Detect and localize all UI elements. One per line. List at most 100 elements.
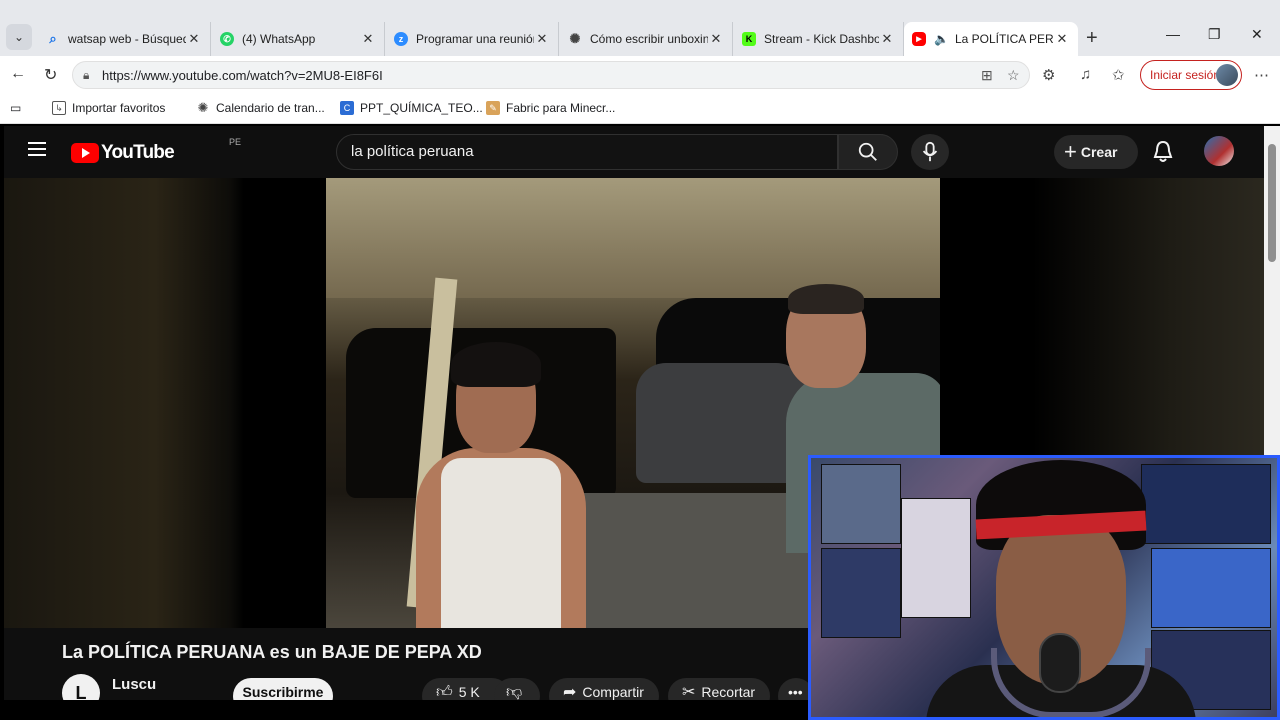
close-icon[interactable]: ✕ (1054, 31, 1070, 47)
tab-title: (4) WhatsApp (242, 32, 316, 46)
app-available-icon[interactable]: ⊞ (981, 67, 993, 84)
tab-title: La POLÍTICA PERUANA (954, 32, 1054, 46)
notifications-button[interactable] (1152, 140, 1174, 169)
tab-watsap-search[interactable]: ⌕ watsap web - Búsqueda ✕ (38, 22, 211, 56)
subscribe-button[interactable]: Suscribirme (233, 678, 333, 700)
favorite-star-icon[interactable]: ☆ (1007, 67, 1020, 84)
restore-button[interactable]: ❐ (1208, 26, 1221, 43)
more-options-icon[interactable]: ⋯ (1254, 66, 1269, 84)
clip-label: Recortar (701, 684, 756, 700)
bookmark-import[interactable]: ↳ Importar favoritos (52, 101, 165, 115)
zoom-icon: z (394, 32, 408, 46)
microphone (1039, 633, 1081, 693)
url-text[interactable]: https://www.youtube.com/watch?v=2MU8-EI8… (102, 68, 383, 83)
speaker-icon[interactable]: 🔈 (934, 32, 949, 46)
sign-in-label: Iniciar sesión (1150, 68, 1221, 82)
van-ceiling (326, 178, 940, 298)
extensions-icon[interactable]: ⚙ (1042, 66, 1055, 84)
search-icon: ⌕ (49, 31, 57, 46)
thumbs-up-icon: 👍︎ (436, 684, 453, 700)
tab-chatgpt[interactable]: ✺ Cómo escribir unboxing ✕ (560, 22, 733, 56)
close-icon[interactable]: ✕ (360, 31, 376, 47)
webcam-overlay (808, 455, 1280, 720)
kick-icon: K (742, 32, 756, 46)
tab-title: Stream - Kick Dashboard (764, 32, 879, 46)
clip-button[interactable]: ✂ Recortar (668, 678, 770, 700)
youtube-header: YouTube PE la política peruana + Crear (4, 126, 1264, 178)
create-button[interactable]: + Crear (1054, 135, 1138, 169)
share-button[interactable]: ➦ Compartir (549, 678, 659, 700)
media-icon[interactable]: ♫ (1080, 66, 1091, 83)
scissors-icon: ✂ (682, 684, 696, 700)
favorites-icon[interactable]: ✩ (1112, 66, 1125, 84)
bookmarks-bar: ▭ ↳ Importar favoritos ✺ Calendario de t… (0, 94, 1280, 124)
microphone-icon (922, 141, 938, 162)
bookmark-ppt-quimica[interactable]: C PPT_QUÍMICA_TEO... (340, 101, 483, 115)
search-button[interactable] (838, 134, 898, 170)
poster (821, 548, 901, 638)
bell-icon (1153, 140, 1173, 162)
country-code: PE (229, 137, 242, 147)
youtube-icon: ▶ (912, 32, 926, 46)
plus-icon: + (1064, 139, 1077, 164)
bookmark-fabric[interactable]: ✎ Fabric para Minecr... (486, 101, 615, 115)
menu-icon[interactable] (28, 142, 46, 156)
openai-icon: ✺ (197, 100, 209, 115)
young-man (416, 342, 586, 628)
back-button[interactable]: ← (10, 65, 26, 83)
search-icon (858, 142, 877, 161)
more-icon: ••• (788, 684, 803, 700)
share-label: Compartir (582, 684, 644, 700)
browser-toolbar: ← ↻ 🔒︎ https://www.youtube.com/watch?v=2… (0, 56, 1280, 94)
close-window-button[interactable]: ✕ (1251, 26, 1263, 43)
chevron-down-icon: ⌄ (13, 30, 25, 44)
poster (1141, 464, 1271, 544)
young-man-tank-top (441, 458, 561, 628)
new-tab-button[interactable]: + (1086, 27, 1098, 50)
tab-actions-menu[interactable]: ⌄ (6, 24, 32, 50)
tab-title: Cómo escribir unboxing (590, 32, 708, 46)
youtube-logo[interactable]: YouTube PE (71, 137, 241, 164)
scrollbar-thumb[interactable] (1268, 144, 1276, 262)
older-man-hair (788, 284, 864, 314)
thumbs-down-icon: 👎︎ (506, 684, 523, 700)
share-icon: ➦ (563, 684, 577, 700)
voice-search-button[interactable] (911, 134, 949, 170)
profile-avatar (1216, 64, 1238, 86)
account-avatar[interactable] (1204, 136, 1234, 166)
tab-zoom-meeting[interactable]: z Programar una reunión ✕ (386, 22, 559, 56)
minimize-button[interactable]: — (1166, 26, 1180, 42)
bookmark-label: Fabric para Minecr... (506, 101, 616, 115)
tab-title: Programar una reunión (416, 32, 534, 46)
close-icon[interactable]: ✕ (708, 31, 724, 47)
tab-youtube-active[interactable]: ▶ 🔈 La POLÍTICA PERUANA ✕ (904, 22, 1078, 56)
youtube-wordmark: YouTube (101, 142, 175, 163)
video-title: La POLÍTICA PERUANA es un BAJE DE PEPA X… (62, 642, 482, 662)
tab-title: watsap web - Búsqueda (68, 32, 186, 46)
channel-name[interactable]: Luscu (112, 676, 156, 693)
openai-icon: ✺ (569, 31, 581, 46)
young-man-hair (451, 342, 541, 387)
reload-button[interactable]: ↻ (44, 65, 57, 85)
bookmark-calendar[interactable]: ✺ Calendario de tran... (196, 100, 325, 115)
close-icon[interactable]: ✕ (879, 31, 895, 47)
tab-whatsapp[interactable]: ✆ (4) WhatsApp ✕ (212, 22, 385, 56)
tab-kick-dashboard[interactable]: K Stream - Kick Dashboard ✕ (734, 22, 904, 56)
bookmarks-toggle-icon[interactable]: ▭ (10, 101, 21, 115)
dislike-button[interactable]: 👎︎ (494, 678, 540, 700)
poster (821, 464, 901, 544)
import-icon: ↳ (52, 101, 66, 115)
poster (901, 498, 971, 618)
site-info-icon[interactable]: 🔒︎ (83, 68, 89, 83)
sign-in-button[interactable]: Iniciar sesión (1140, 60, 1242, 90)
search-input[interactable]: la política peruana (336, 134, 838, 170)
channel-avatar[interactable]: L (62, 674, 100, 700)
address-bar[interactable]: 🔒︎ https://www.youtube.com/watch?v=2MU8-… (72, 61, 1030, 89)
fabric-icon: ✎ (486, 101, 500, 115)
close-icon[interactable]: ✕ (534, 31, 550, 47)
poster (1151, 548, 1271, 628)
bookmark-label: Importar favoritos (72, 101, 166, 115)
close-icon[interactable]: ✕ (186, 31, 202, 47)
whatsapp-icon: ✆ (220, 32, 234, 46)
youtube-play-icon (71, 143, 99, 163)
